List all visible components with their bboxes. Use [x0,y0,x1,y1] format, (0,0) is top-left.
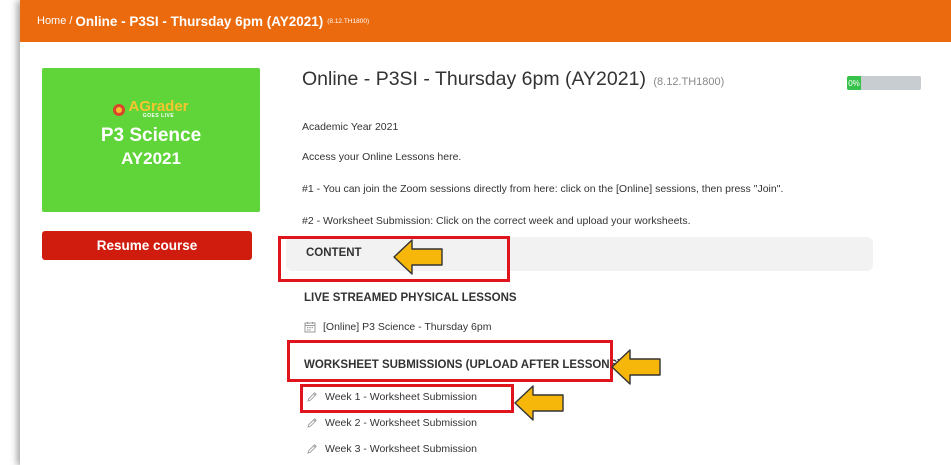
activity-label: Week 3 - Worksheet Submission [325,443,477,455]
activity-week-3[interactable]: Week 3 - Worksheet Submission [306,443,477,455]
activity-online-lesson[interactable]: [Online] P3 Science - Thursday 6pm [304,321,491,333]
course-card-subtitle: AY2021 [121,149,181,168]
pencil-icon [307,444,317,454]
calendar-icon [304,322,316,333]
resume-course-button[interactable]: Resume course [42,231,252,260]
breadcrumb-separator: / [69,15,73,27]
section-title: LIVE STREAMED PHYSICAL LESSONS [304,292,517,304]
week1-highlight-box [300,384,514,413]
annotation-arrow-icon [393,239,443,275]
activity-week-2[interactable]: Week 2 - Worksheet Submission [306,417,477,429]
section-highlight-box [287,340,613,382]
course-page: Home / Online - P3SI - Thursday 6pm (AY2… [20,0,951,465]
description-line: #2 - Worksheet Submission: Click on the … [302,215,691,227]
course-title: Online - P3SI - Thursday 6pm (AY2021) [302,68,646,90]
page-title: Online - P3SI - Thursday 6pm (AY2021) (8… [302,68,742,91]
course-image: AGrader GOES LIVE P3 Science AY2021 [42,68,260,212]
activity-label: Week 2 - Worksheet Submission [325,417,477,429]
agrader-logo-icon [113,103,126,116]
agrader-logo: AGrader GOES LIVE [113,99,189,119]
description-line: #1 - You can join the Zoom sessions dire… [302,183,784,195]
description-line: Access your Online Lessons here. [302,151,462,163]
description-line: Academic Year 2021 [302,121,399,133]
breadcrumb-current: Online - P3SI - Thursday 6pm (AY2021) [75,13,324,29]
course-code: (8.12.TH1800) [653,76,725,88]
progress-bar: 0% [847,76,921,90]
annotation-arrow-icon [611,349,661,385]
breadcrumb-home-link[interactable]: Home [37,15,66,27]
breadcrumb-code: (8.12.TH1800) [327,17,370,25]
activity-label: [Online] P3 Science - Thursday 6pm [323,321,492,333]
annotation-arrow-icon [514,385,564,421]
progress-fill: 0% [847,76,861,90]
pencil-icon [307,418,317,428]
breadcrumb: Home / Online - P3SI - Thursday 6pm (AY2… [20,0,951,42]
course-card-title: P3 Science [100,125,202,146]
